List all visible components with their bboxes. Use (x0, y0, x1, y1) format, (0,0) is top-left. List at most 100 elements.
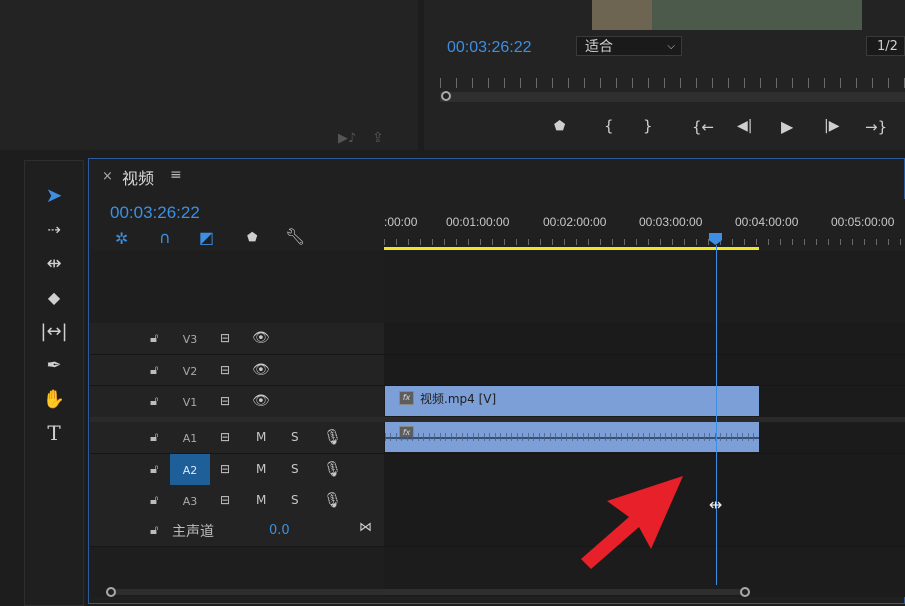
ruler-label: 00:03:00:00 (639, 215, 703, 229)
menu-icon[interactable]: ≡ (170, 167, 182, 183)
lock-icon[interactable]: 🔓︎ (150, 394, 158, 409)
microphone-icon[interactable]: 🎙︎ (323, 428, 342, 446)
step-back-icon[interactable]: ◀| (737, 118, 752, 134)
track-header-a2: 🔓︎ A2 ⊟ M S 🎙︎ (90, 454, 384, 486)
insert-icon[interactable]: ▶♪ (338, 131, 356, 146)
track-name[interactable]: A1 (179, 432, 201, 445)
nest-icon[interactable]: ✲ (115, 229, 128, 248)
mute-button[interactable]: M (256, 493, 266, 507)
type-tool-icon[interactable]: T (25, 417, 83, 449)
header-spacer (90, 251, 384, 324)
lane-v1[interactable]: fx 视频.mp4 [V] (384, 386, 905, 418)
red-arrow-annotation (581, 476, 683, 569)
resolution-dropdown[interactable]: 1/2 (866, 36, 905, 56)
lane-spacer (384, 251, 905, 324)
track-header-v3: 🔓︎ V3 ⊟ 👁︎ (90, 323, 384, 355)
sync-lock-icon[interactable]: ⊟ (220, 430, 230, 444)
program-monitor: 00:03:26:22 适合 ⌵ 1/2 ⬟ { } {← ◀| ▶ |▶ →} (424, 0, 905, 150)
tools-panel: ➤ ⇢ ⇹ ◆ |↔| ✒ ✋ T (24, 160, 84, 606)
ruler-label: 00:04:00:00 (735, 215, 799, 229)
solo-button[interactable]: S (291, 462, 299, 476)
lock-icon[interactable]: 🔓︎ (150, 331, 158, 346)
play-icon[interactable]: ▶ (781, 117, 793, 136)
lane-v3[interactable] (384, 323, 905, 355)
lock-icon[interactable]: 🔓︎ (150, 430, 158, 445)
track-name[interactable]: V3 (179, 333, 201, 346)
track-name[interactable]: A2 (179, 464, 201, 477)
microphone-icon[interactable]: 🎙︎ (323, 491, 342, 509)
source-panel: ▶♪ ⇪ (0, 0, 418, 150)
go-to-in-icon[interactable]: {← (692, 118, 714, 136)
track-name[interactable]: V2 (179, 365, 201, 378)
fit-label: 适合 (585, 39, 613, 55)
lock-icon[interactable]: 🔓︎ (150, 493, 158, 508)
track-header-v1: 🔓︎ V1 ⊟ 👁︎ (90, 386, 384, 418)
chevron-down-icon: ⌵ (667, 41, 675, 52)
resize-cursor-icon: ⇹ (709, 495, 723, 514)
add-marker-icon[interactable]: ⬟ (247, 230, 257, 244)
mark-out-icon[interactable]: } (643, 117, 653, 135)
linked-selection-icon[interactable]: ◩ (199, 228, 214, 247)
monitor-playhead-handle[interactable] (441, 91, 451, 101)
fx-badge: fx (399, 391, 414, 405)
hand-tool-icon[interactable]: ✋ (25, 383, 83, 415)
work-area-bar[interactable] (384, 247, 759, 250)
lock-icon[interactable]: 🔓︎ (150, 523, 158, 538)
time-ruler[interactable]: :00:00 00:01:00:00 00:02:00:00 00:03:00:… (384, 199, 905, 251)
scrollbar-right-handle[interactable] (740, 587, 750, 597)
lock-icon[interactable]: 🔓︎ (150, 462, 158, 477)
timeline-scrollbar[interactable] (109, 589, 749, 595)
sync-lock-icon[interactable]: ⊟ (220, 331, 230, 345)
export-frame-icon[interactable]: ⇪ (372, 130, 384, 146)
eye-icon[interactable]: 👁︎ (252, 393, 270, 409)
sync-lock-icon[interactable]: ⊟ (220, 394, 230, 408)
add-marker-icon[interactable]: ⬟ (554, 119, 565, 134)
snap-icon[interactable]: ∩ (159, 228, 171, 247)
sync-lock-icon[interactable]: ⊟ (220, 363, 230, 377)
solo-button[interactable]: S (291, 493, 299, 507)
video-clip[interactable]: fx 视频.mp4 [V] (385, 386, 759, 416)
ruler-ticks (384, 239, 905, 245)
timeline-panel: × 视频 ≡ 00:03:26:22 ✲ ∩ ◩ ⬟ 🔧︎ :00:00 00:… (88, 158, 905, 604)
master-track-label: 主声道 (172, 524, 214, 540)
master-volume-value[interactable]: 0.0 (269, 523, 290, 538)
ripple-edit-tool-icon[interactable]: ⇹ (25, 247, 83, 279)
track-header-a3: 🔓︎ A3 ⊟ M S 🎙︎ (90, 485, 384, 517)
lane-a1[interactable]: fx (384, 422, 905, 454)
solo-button[interactable]: S (291, 430, 299, 444)
close-icon[interactable]: × (102, 169, 113, 184)
go-to-end-icon[interactable]: ⋈ (359, 520, 372, 535)
selection-tool-icon[interactable]: ➤ (25, 179, 83, 211)
monitor-scrollbar[interactable] (440, 92, 905, 102)
step-forward-icon[interactable]: |▶ (824, 118, 839, 134)
video-preview (592, 0, 862, 30)
slip-tool-icon[interactable]: |↔| (25, 315, 83, 347)
lane-v2[interactable] (384, 355, 905, 386)
mark-in-icon[interactable]: { (604, 117, 614, 135)
program-timecode[interactable]: 00:03:26:22 (447, 39, 532, 57)
sync-lock-icon[interactable]: ⊟ (220, 493, 230, 507)
sync-lock-icon[interactable]: ⊟ (220, 462, 230, 476)
razor-tool-icon[interactable]: ◆ (25, 281, 83, 313)
mute-button[interactable]: M (256, 430, 266, 444)
eye-icon[interactable]: 👁︎ (252, 330, 270, 346)
ruler-label: :00:00 (384, 215, 418, 229)
timeline-timecode[interactable]: 00:03:26:22 (110, 203, 200, 223)
track-name[interactable]: V1 (179, 396, 201, 409)
audio-clip[interactable]: fx (385, 422, 759, 452)
pen-tool-icon[interactable]: ✒ (25, 349, 83, 381)
wrench-icon[interactable]: 🔧︎ (285, 227, 305, 246)
playhead-line[interactable] (716, 245, 717, 585)
timeline-tab-title[interactable]: 视频 (122, 165, 154, 189)
monitor-ruler (440, 78, 905, 88)
eye-icon[interactable]: 👁︎ (252, 362, 270, 378)
go-to-out-icon[interactable]: →} (865, 118, 887, 136)
fit-dropdown[interactable]: 适合 ⌵ (576, 36, 682, 56)
scrollbar-left-handle[interactable] (106, 587, 116, 597)
audio-waveform-peaks (385, 433, 759, 441)
track-select-tool-icon[interactable]: ⇢ (25, 213, 83, 245)
mute-button[interactable]: M (256, 462, 266, 476)
microphone-icon[interactable]: 🎙︎ (323, 460, 342, 478)
track-name[interactable]: A3 (179, 495, 201, 508)
lock-icon[interactable]: 🔓︎ (150, 363, 158, 378)
